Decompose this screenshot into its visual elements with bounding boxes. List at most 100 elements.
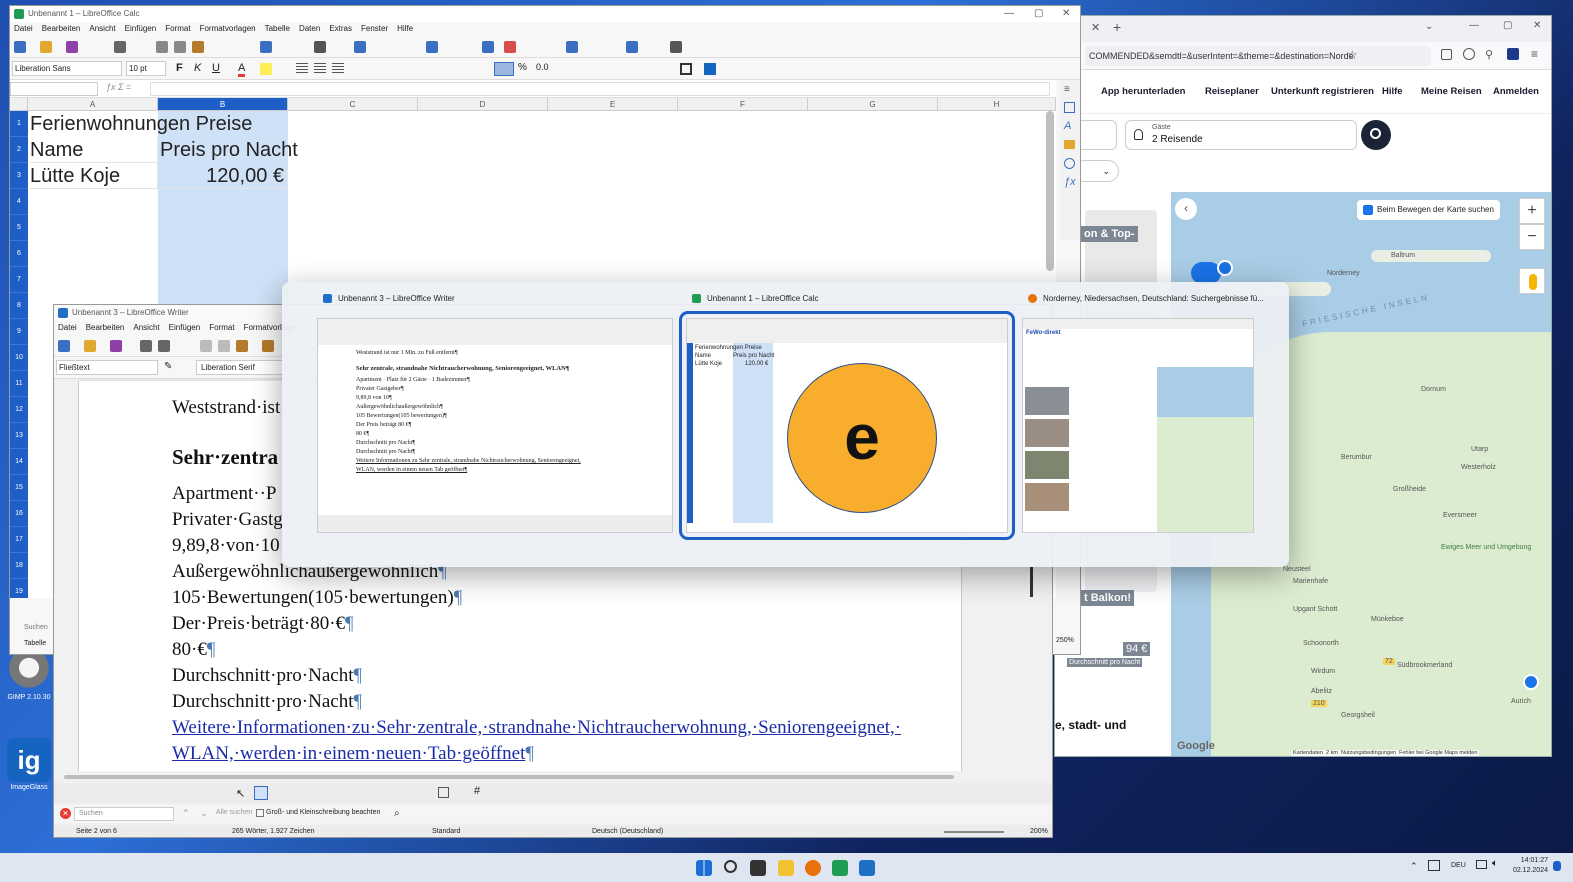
row-header[interactable]: 17 xyxy=(10,527,28,553)
align-right-icon[interactable] xyxy=(332,63,344,75)
calc-find-input[interactable]: Suchen xyxy=(12,622,54,634)
collapse-map-button[interactable]: ‹ xyxy=(1175,198,1197,220)
task-view-icon[interactable] xyxy=(750,860,766,876)
map-report[interactable]: Fehler bei Google Maps melden xyxy=(1399,750,1477,756)
row-header[interactable]: 19 xyxy=(10,579,28,598)
menu-format[interactable]: Format xyxy=(209,323,234,332)
maximize-icon[interactable]: ▢ xyxy=(1503,20,1512,31)
save-icon[interactable] xyxy=(110,340,122,352)
corner-select-all[interactable] xyxy=(10,98,28,111)
nav-hilfe[interactable]: Hilfe xyxy=(1382,86,1403,97)
zoom-slider[interactable] xyxy=(944,831,1004,833)
network-icon[interactable] xyxy=(1476,860,1487,869)
status-language[interactable]: Deutsch (Deutschland) xyxy=(592,825,663,837)
row-header[interactable]: 12 xyxy=(10,397,28,423)
notification-bell-icon[interactable] xyxy=(1553,861,1561,871)
menu-bearbeiten[interactable]: Bearbeiten xyxy=(42,24,81,33)
switcher-item-calc[interactable]: Unbenannt 1 – LibreOffice Calc Ferienwoh… xyxy=(679,294,1015,540)
map-marker[interactable] xyxy=(1217,260,1233,276)
cut-icon[interactable] xyxy=(200,340,212,352)
function-wizard-icon[interactable]: ƒx Σ = xyxy=(106,82,131,92)
horizontal-scrollbar[interactable] xyxy=(64,775,954,779)
status-page-style[interactable]: Standard xyxy=(432,825,460,837)
column-header[interactable]: F xyxy=(678,98,808,111)
update-style-icon[interactable]: ✎ xyxy=(164,361,172,372)
copy-icon[interactable] xyxy=(174,41,186,53)
row-header[interactable]: 10 xyxy=(10,345,28,371)
row-header[interactable]: 5 xyxy=(10,215,28,241)
doc-hyperlink[interactable]: Weitere·Informationen·zu·Sehr·zentrale,·… xyxy=(172,717,901,739)
gallery-icon[interactable] xyxy=(1064,140,1075,149)
border-color-icon[interactable] xyxy=(704,63,716,75)
borders-icon[interactable] xyxy=(680,63,692,75)
insert-chart-icon[interactable] xyxy=(504,41,516,53)
addon-icon[interactable] xyxy=(1507,48,1519,60)
paste-icon[interactable] xyxy=(192,41,204,53)
map-terms[interactable]: Nutzungsbedingungen xyxy=(1341,750,1396,756)
number-format-icon[interactable]: 0.0 xyxy=(536,62,549,72)
export-pdf-icon[interactable] xyxy=(140,340,152,352)
column-header[interactable]: D xyxy=(418,98,548,111)
show-hidden-icons[interactable]: ⌃ xyxy=(1410,861,1418,872)
vertical-scrollbar[interactable] xyxy=(1046,111,1054,271)
row-header[interactable]: 7 xyxy=(10,267,28,293)
zoom-out-button[interactable]: − xyxy=(1519,224,1545,250)
find-input[interactable]: Suchen xyxy=(74,807,174,821)
row-header[interactable]: 3 xyxy=(10,163,28,189)
vertical-scrollbar[interactable] xyxy=(1030,567,1033,597)
map-marker[interactable] xyxy=(1523,674,1539,690)
row-header[interactable]: 18 xyxy=(10,553,28,579)
volume-icon[interactable]: 🔈︎ xyxy=(1492,858,1498,869)
align-left-icon[interactable] xyxy=(296,63,308,75)
hyperlink-icon[interactable] xyxy=(566,41,578,53)
column-header[interactable]: C xyxy=(288,98,418,111)
search-icon[interactable] xyxy=(724,860,737,873)
cell-b2[interactable]: Preis pro Nacht xyxy=(160,137,360,163)
zoom-level[interactable]: 250% xyxy=(1056,634,1080,648)
status-page[interactable]: Seite 2 von 6 xyxy=(76,825,117,837)
menu-daten[interactable]: Daten xyxy=(299,24,320,33)
map-footer-data[interactable]: Kartendaten xyxy=(1293,750,1323,756)
cell-b3[interactable]: 120,00 € xyxy=(158,163,288,189)
row-header[interactable]: 13 xyxy=(10,423,28,449)
freeze-icon[interactable] xyxy=(626,41,638,53)
bookmark-star-icon[interactable]: ☆ xyxy=(1347,48,1358,62)
row-header[interactable]: 9 xyxy=(10,319,28,345)
close-window-icon[interactable]: ✕ xyxy=(1533,20,1541,31)
row-header[interactable]: 11 xyxy=(10,371,28,397)
navigator-icon[interactable] xyxy=(1064,158,1075,169)
desktop-icon-gimp[interactable]: GIMP 2.10.30 xyxy=(4,648,54,701)
highlight-icon[interactable] xyxy=(260,63,272,75)
row-header[interactable]: 1 xyxy=(10,111,28,137)
file-explorer-icon[interactable] xyxy=(778,860,794,876)
column-header[interactable]: H xyxy=(938,98,1056,111)
split-window-icon[interactable] xyxy=(670,41,682,53)
new-document-icon[interactable] xyxy=(14,41,26,53)
menu-einfuegen[interactable]: Einfügen xyxy=(169,323,201,332)
nav-meine-reisen[interactable]: Meine Reisen xyxy=(1421,86,1482,97)
row-header[interactable]: 6 xyxy=(10,241,28,267)
extensions-icon[interactable]: ⚲ xyxy=(1485,48,1493,61)
save-icon[interactable] xyxy=(66,41,78,53)
font-name-select[interactable]: Liberation Serif xyxy=(196,360,286,375)
merge-cells-icon[interactable] xyxy=(494,62,514,76)
undo-icon[interactable] xyxy=(260,41,272,53)
address-bar[interactable]: COMMENDED&semdtl=&userIntent=&theme=&des… xyxy=(1085,46,1431,66)
menu-einfuegen[interactable]: Einfügen xyxy=(125,24,157,33)
nav-reiseplaner[interactable]: Reiseplaner xyxy=(1205,86,1259,97)
align-center-icon[interactable] xyxy=(314,63,326,75)
menu-ansicht[interactable]: Ansicht xyxy=(89,24,115,33)
insert-line-icon[interactable] xyxy=(254,786,268,800)
menu-extras[interactable]: Extras xyxy=(329,24,352,33)
zoom-in-button[interactable]: + xyxy=(1519,198,1545,224)
minimize-icon[interactable]: — xyxy=(1004,6,1014,22)
street-view-pegman-icon[interactable] xyxy=(1519,268,1545,294)
font-name-select[interactable]: Liberation Sans xyxy=(12,61,122,76)
tray-app-icon[interactable] xyxy=(1428,860,1440,871)
styles-icon[interactable]: A xyxy=(1064,120,1071,132)
cell-a2[interactable]: Name xyxy=(30,137,158,163)
functions-icon[interactable]: ƒx xyxy=(1064,176,1076,188)
print-icon[interactable] xyxy=(158,340,170,352)
maximize-icon[interactable]: ▢ xyxy=(1034,6,1043,22)
nav-app-download[interactable]: App herunterladen xyxy=(1101,86,1185,97)
